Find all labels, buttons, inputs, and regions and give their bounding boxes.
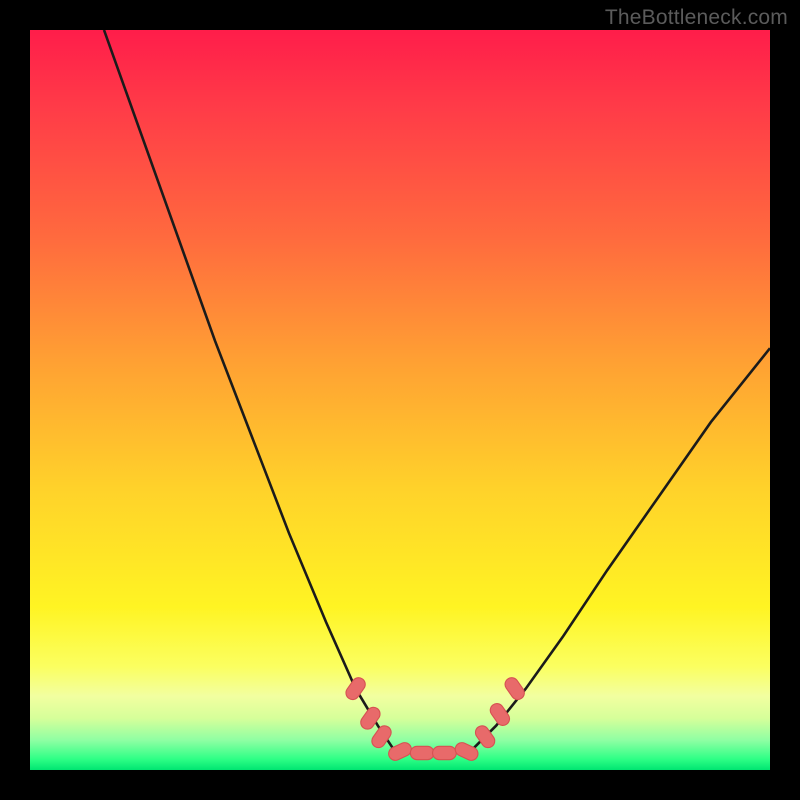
marker-point <box>502 675 526 702</box>
marker-point <box>343 675 367 702</box>
chart-svg <box>30 30 770 770</box>
highlight-markers <box>343 675 527 762</box>
curve-group <box>104 30 770 763</box>
marker-point <box>488 701 512 728</box>
left-curve <box>104 30 393 748</box>
plot-area <box>30 30 770 770</box>
watermark-text: TheBottleneck.com <box>605 6 788 30</box>
marker-point <box>410 746 434 759</box>
marker-point <box>433 746 457 759</box>
chart-frame: TheBottleneck.com <box>0 0 800 800</box>
marker-point <box>453 740 480 762</box>
